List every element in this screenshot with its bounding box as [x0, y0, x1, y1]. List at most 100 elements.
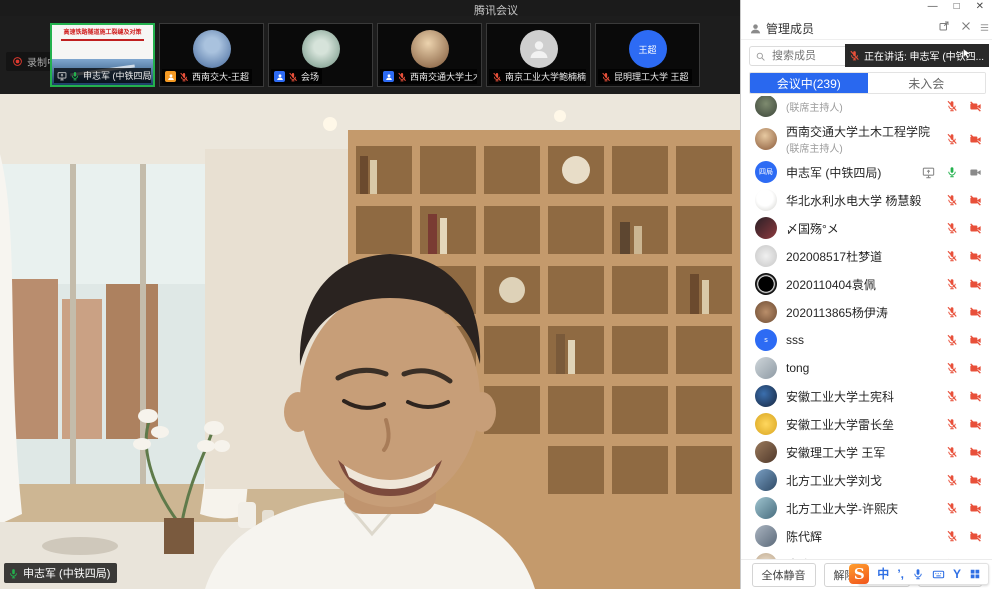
participant-row[interactable]: 陈骏	[741, 550, 992, 559]
camera-off-icon[interactable]	[969, 446, 982, 459]
participant-row[interactable]: 西南交通大学土木工程学院 (联席主持人)	[741, 120, 992, 158]
grid-icon[interactable]	[969, 568, 981, 580]
participant-row[interactable]: tong	[741, 354, 992, 382]
participant-row[interactable]: 〆国殇°メ	[741, 214, 992, 242]
participant-row[interactable]: 2020113865杨伊涛	[741, 298, 992, 326]
thumbnail-participant[interactable]: 西南交大-王超	[159, 23, 264, 87]
screen-share-icon[interactable]	[922, 166, 935, 179]
thumbnail-label: 申志军 (中铁四局) 的..	[54, 68, 151, 83]
mic-muted-icon[interactable]	[946, 474, 958, 486]
participant-row[interactable]: 2020110404袁佩	[741, 270, 992, 298]
search-icon	[755, 51, 766, 62]
thumbnail-participant[interactable]: 西南交通大学土木工..	[377, 23, 482, 87]
sogou-logo-icon[interactable]: S	[849, 564, 869, 584]
participant-row[interactable]: 陈代辉	[741, 522, 992, 550]
participant-name: 北方工业大学刘戈	[786, 472, 946, 489]
participant-row[interactable]: 安徽工业大学雷长垒	[741, 410, 992, 438]
mic-muted-icon[interactable]	[946, 446, 958, 458]
camera-off-icon[interactable]	[969, 502, 982, 515]
camera-off-icon[interactable]	[969, 362, 982, 375]
mic-muted-icon[interactable]	[946, 100, 958, 112]
panel-menu-icon[interactable]	[979, 22, 990, 33]
avatar: 王超	[629, 30, 667, 68]
participant-name: 陈代辉	[786, 528, 946, 545]
camera-off-icon[interactable]	[969, 474, 982, 487]
mic-muted-icon[interactable]	[946, 334, 958, 346]
title-bar	[0, 0, 740, 16]
avatar	[411, 30, 449, 68]
mic-muted-icon[interactable]	[946, 530, 958, 542]
participant-row[interactable]: 华北水利水电大学 杨慧毅	[741, 186, 992, 214]
screen-share-icon	[57, 71, 67, 81]
mic-muted-icon[interactable]	[946, 222, 958, 234]
mic-muted-icon	[849, 50, 860, 61]
slide-divider	[61, 39, 144, 41]
thumbnail-participant[interactable]: 王超 昆明理工大学 王超	[595, 23, 700, 87]
camera-off-icon[interactable]	[969, 194, 982, 207]
minimize-button[interactable]: —	[928, 1, 938, 13]
mic-muted-icon[interactable]	[946, 306, 958, 318]
panel-header-actions	[938, 20, 972, 32]
speaking-tooltip: 正在讲话: 申志军 (中铁四...	[845, 44, 989, 67]
avatar	[755, 441, 777, 463]
camera-off-icon[interactable]	[969, 530, 982, 543]
camera-off-icon[interactable]	[969, 222, 982, 235]
thumbnail-label: 西南交大-王超	[162, 69, 252, 84]
tab-not-joined[interactable]: 未入会	[868, 73, 986, 93]
chinese-english-toggle-icon[interactable]: 中	[877, 568, 889, 580]
participant-row[interactable]: (联席主持人)	[741, 96, 992, 120]
mic-muted-icon	[492, 72, 502, 82]
thumbnail-participant[interactable]: 会场	[268, 23, 373, 87]
toolbox-icon[interactable]: Y	[953, 568, 961, 580]
participant-row[interactable]: 北方工业大学刘戈	[741, 466, 992, 494]
mic-on-icon[interactable]	[946, 166, 958, 178]
apostrophe-icon[interactable]: ’,	[897, 568, 904, 580]
slide-title: 高速铁路隧道施工裂缝及对策	[52, 25, 153, 37]
thumbnail-screen-share[interactable]: 高速铁路隧道施工裂缝及对策 申志军 (中铁四局) 的..	[50, 23, 155, 87]
avatar	[755, 301, 777, 323]
participant-row[interactable]: 北方工业大学-许熙庆	[741, 494, 992, 522]
avatar	[755, 217, 777, 239]
avatar-initials: s	[764, 337, 768, 344]
avatar	[755, 469, 777, 491]
participant-name: 202008517杜梦道	[786, 248, 946, 265]
participant-row[interactable]: 202008517杜梦道	[741, 242, 992, 270]
participant-row[interactable]: 安徽理工大学 王军	[741, 438, 992, 466]
mic-muted-icon[interactable]	[946, 362, 958, 374]
camera-off-icon[interactable]	[969, 306, 982, 319]
close-window-button[interactable]: ✕	[976, 1, 984, 13]
tab-in-meeting[interactable]: 会议中(239)	[750, 73, 868, 93]
participant-name: 2020113865杨伊涛	[786, 304, 946, 321]
mic-muted-icon[interactable]	[946, 502, 958, 514]
member-tabs: 会议中(239) 未入会	[749, 72, 986, 94]
popout-icon[interactable]	[938, 20, 950, 32]
maximize-button[interactable]: □	[954, 1, 960, 13]
participant-list[interactable]: (联席主持人) 西南交通大学土木工程学院 (联席主持人) 四局 申志军 (中铁四…	[741, 96, 992, 559]
mic-muted-icon[interactable]	[946, 133, 958, 145]
avatar	[755, 385, 777, 407]
camera-off-icon[interactable]	[969, 133, 982, 146]
camera-off-icon[interactable]	[969, 278, 982, 291]
participant-row[interactable]: 安徽工业大学土宪科	[741, 382, 992, 410]
camera-off-icon[interactable]	[969, 418, 982, 431]
participant-row-self[interactable]: 四局 申志军 (中铁四局)	[741, 158, 992, 186]
camera-off-icon[interactable]	[969, 390, 982, 403]
search-box[interactable]	[749, 46, 849, 66]
mute-all-button[interactable]: 全体静音	[752, 563, 816, 587]
thumbnail-participant[interactable]: 南京工业大学鲍楠楠	[486, 23, 591, 87]
thumbnail-label: 昆明理工大学 王超	[598, 69, 692, 84]
keyboard-icon[interactable]	[932, 568, 945, 581]
search-input[interactable]	[770, 49, 844, 63]
camera-off-icon[interactable]	[969, 334, 982, 347]
close-panel-icon[interactable]	[960, 20, 972, 32]
mic-muted-icon[interactable]	[946, 390, 958, 402]
mic-muted-icon[interactable]	[946, 194, 958, 206]
camera-off-icon[interactable]	[969, 250, 982, 263]
participant-row[interactable]: s sss	[741, 326, 992, 354]
camera-icon[interactable]	[969, 166, 982, 179]
camera-off-icon[interactable]	[969, 100, 982, 113]
mic-muted-icon[interactable]	[946, 278, 958, 290]
mic-muted-icon[interactable]	[946, 250, 958, 262]
mic-muted-icon[interactable]	[946, 418, 958, 430]
voice-input-icon[interactable]	[912, 568, 924, 580]
